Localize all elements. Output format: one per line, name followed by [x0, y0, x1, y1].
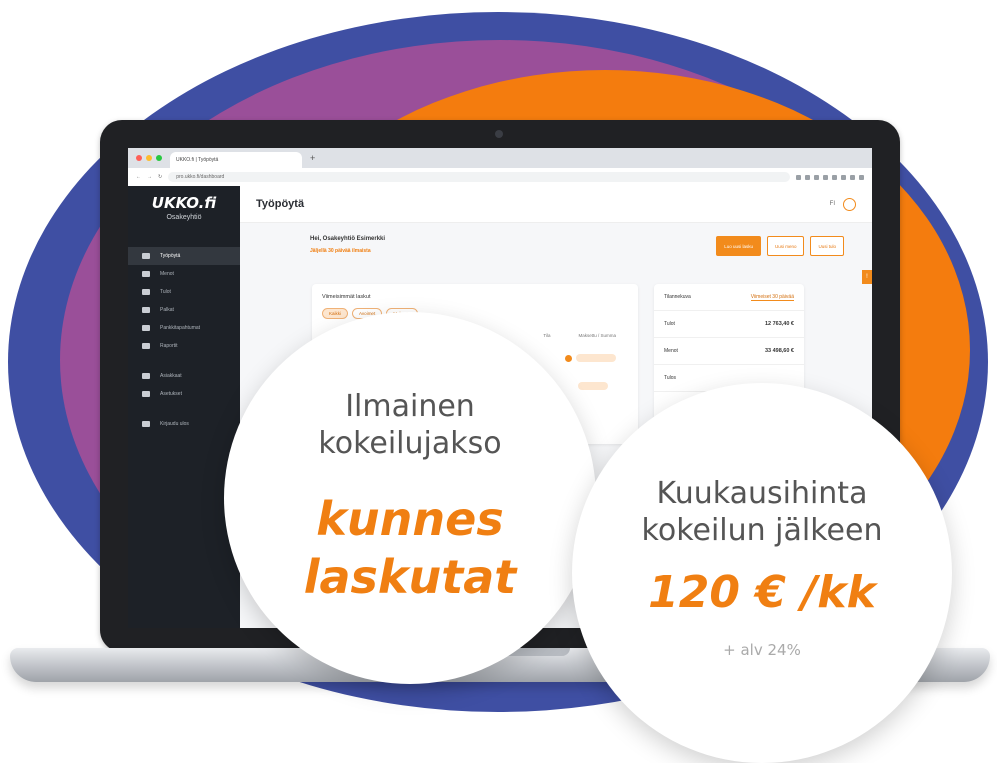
- logout-icon: [142, 421, 150, 427]
- free-trial-heading: Ilmainen kokeilujakso: [224, 388, 596, 462]
- sidebar-item-label: Tulot: [160, 289, 171, 295]
- browser-tabbar: UKKO.fi | Työpöytä +: [128, 148, 872, 168]
- extension-icon[interactable]: [859, 174, 864, 180]
- window-controls: [136, 155, 162, 161]
- summary-label: Tulos: [664, 375, 677, 381]
- page-header: Työpöytä FI: [240, 186, 872, 223]
- camera-dot: [495, 130, 503, 138]
- close-window-button[interactable]: [136, 155, 142, 161]
- extension-icon[interactable]: [805, 174, 810, 180]
- sidebar-item-reports[interactable]: Raportit: [128, 337, 240, 355]
- language-selector[interactable]: FI: [830, 201, 835, 207]
- monthly-price: 120 € /kk: [648, 567, 876, 618]
- promo-stage: UKKO.fi | Työpöytä + ← → ↻ pro.ukko.fi/d…: [0, 0, 997, 763]
- extension-icon[interactable]: [796, 174, 801, 180]
- customers-icon: [142, 373, 150, 379]
- free-trial-accent: kunnes laskutat: [224, 490, 596, 606]
- sidebar-item-label: Pankkitapahtumat: [160, 325, 201, 331]
- logo[interactable]: UKKO.fi: [128, 194, 240, 212]
- summary-period-link[interactable]: Viimeiset 30 päivää: [750, 294, 794, 301]
- chart-icon: [142, 289, 150, 295]
- sidebar-item-customers[interactable]: Asiakkaat: [128, 367, 240, 385]
- list-icon: [142, 271, 150, 277]
- free-trial-circle: Ilmainen kokeilujakso kunnes laskutat: [224, 312, 596, 684]
- sidebar-item-label: Kirjaudu ulos: [160, 421, 189, 427]
- settings-icon: [142, 391, 150, 397]
- extension-icon[interactable]: [814, 174, 819, 180]
- sidebar-item-label: Raportit: [160, 343, 178, 349]
- maximize-window-button[interactable]: [156, 155, 162, 161]
- address-bar[interactable]: pro.ukko.fi/dashboard: [168, 172, 790, 182]
- summary-header: Tilannekuva Viimeiset 30 päivää: [654, 284, 804, 311]
- free-trial-accent-line: kunnes: [316, 492, 504, 546]
- address-text: pro.ukko.fi/dashboard: [176, 174, 225, 180]
- price-heading-line: kokeilun jälkeen: [641, 513, 883, 548]
- status-dot-icon: [565, 354, 572, 362]
- browser-urlbar: ← → ↻ pro.ukko.fi/dashboard: [128, 168, 872, 187]
- header-right: FI: [830, 197, 856, 211]
- logo-subtitle: Osakeyhtiö: [166, 214, 202, 221]
- bank-icon: [142, 325, 150, 331]
- tab-title: UKKO.fi | Työpöytä: [176, 157, 219, 163]
- invoice-status: [565, 354, 616, 362]
- new-invoice-button[interactable]: Luo uusi lasku: [716, 236, 761, 256]
- new-income-button[interactable]: Uusi tulo: [810, 236, 844, 256]
- sidebar-item-label: Asiakkaat: [160, 373, 182, 379]
- summary-row: Menot 33 498,60 €: [654, 338, 804, 365]
- sidebar-item-label: Työpöytä: [160, 253, 181, 259]
- extension-icon[interactable]: [850, 174, 855, 180]
- payroll-icon: [142, 307, 150, 313]
- greeting-text: Hei, Osakeyhtiö Esimerkki: [310, 236, 386, 242]
- column-status: Tila: [543, 333, 551, 338]
- invoice-filters: Kaikki Avoimet Maksetut: [312, 300, 638, 319]
- dashboard-icon: [142, 253, 150, 259]
- browser-tab[interactable]: UKKO.fi | Työpöytä: [170, 152, 302, 168]
- sidebar-divider: [128, 355, 240, 367]
- summary-row: Tulot 12 763,40 €: [654, 311, 804, 338]
- summary-label: Menot: [664, 348, 678, 354]
- price-circle: Kuukausihinta kokeilun jälkeen 120 € /kk…: [572, 383, 952, 763]
- status-bar: [576, 354, 616, 362]
- free-trial-heading-line: Ilmainen: [345, 389, 475, 424]
- sidebar-item-dashboard[interactable]: Työpöytä: [128, 247, 240, 265]
- greeting-block: Hei, Osakeyhtiö Esimerkki Jäljellä 30 pä…: [310, 236, 385, 254]
- extension-icon[interactable]: [823, 174, 828, 180]
- back-icon[interactable]: ←: [136, 174, 141, 180]
- vat-note: + alv 24%: [723, 641, 801, 659]
- summary-value: 33 498,60 €: [764, 348, 794, 354]
- forward-icon[interactable]: →: [147, 174, 152, 180]
- price-heading-line: Kuukausihinta: [656, 476, 868, 511]
- action-buttons: Luo uusi lasku Uusi meno Uusi tulo: [716, 236, 844, 256]
- free-trial-accent-line: laskutat: [303, 550, 517, 604]
- reload-icon[interactable]: ↻: [158, 174, 162, 180]
- free-trial-heading-line: kokeilujakso: [318, 426, 502, 461]
- sidebar-item-expenses[interactable]: Menot: [128, 265, 240, 283]
- minimize-window-button[interactable]: [146, 155, 152, 161]
- sidebar-item-label: Asetukset: [160, 391, 182, 397]
- invoices-heading: Viimeisimmät laskut: [322, 294, 371, 300]
- sidebar-item-payroll[interactable]: Palkat: [128, 301, 240, 319]
- column-paid-sum: Maksettu / Summa: [578, 333, 616, 338]
- report-icon: [142, 343, 150, 349]
- new-expense-button[interactable]: Uusi meno: [766, 236, 805, 256]
- sidebar-item-bank[interactable]: Pankkitapahtumat: [128, 319, 240, 337]
- summary-heading: Tilannekuva: [664, 294, 691, 300]
- extension-icon[interactable]: [841, 174, 846, 180]
- user-avatar-icon[interactable]: [843, 197, 856, 211]
- page-title: Työpöytä: [256, 198, 305, 210]
- filter-all[interactable]: Kaikki: [322, 308, 349, 319]
- help-tab[interactable]: !: [862, 270, 872, 284]
- sidebar-item-income[interactable]: Tulot: [128, 283, 240, 301]
- extension-icons: [796, 174, 864, 180]
- summary-value: 12 763,40 €: [764, 321, 794, 327]
- sidebar-item-label: Menot: [160, 271, 174, 277]
- price-heading: Kuukausihinta kokeilun jälkeen: [572, 475, 952, 549]
- sidebar-item-label: Palkat: [160, 307, 174, 313]
- summary-label: Tulot: [664, 321, 675, 327]
- trial-status: Jäljellä 30 päivää ilmaista: [310, 248, 371, 254]
- new-tab-icon[interactable]: +: [310, 153, 315, 163]
- extension-icon[interactable]: [832, 174, 837, 180]
